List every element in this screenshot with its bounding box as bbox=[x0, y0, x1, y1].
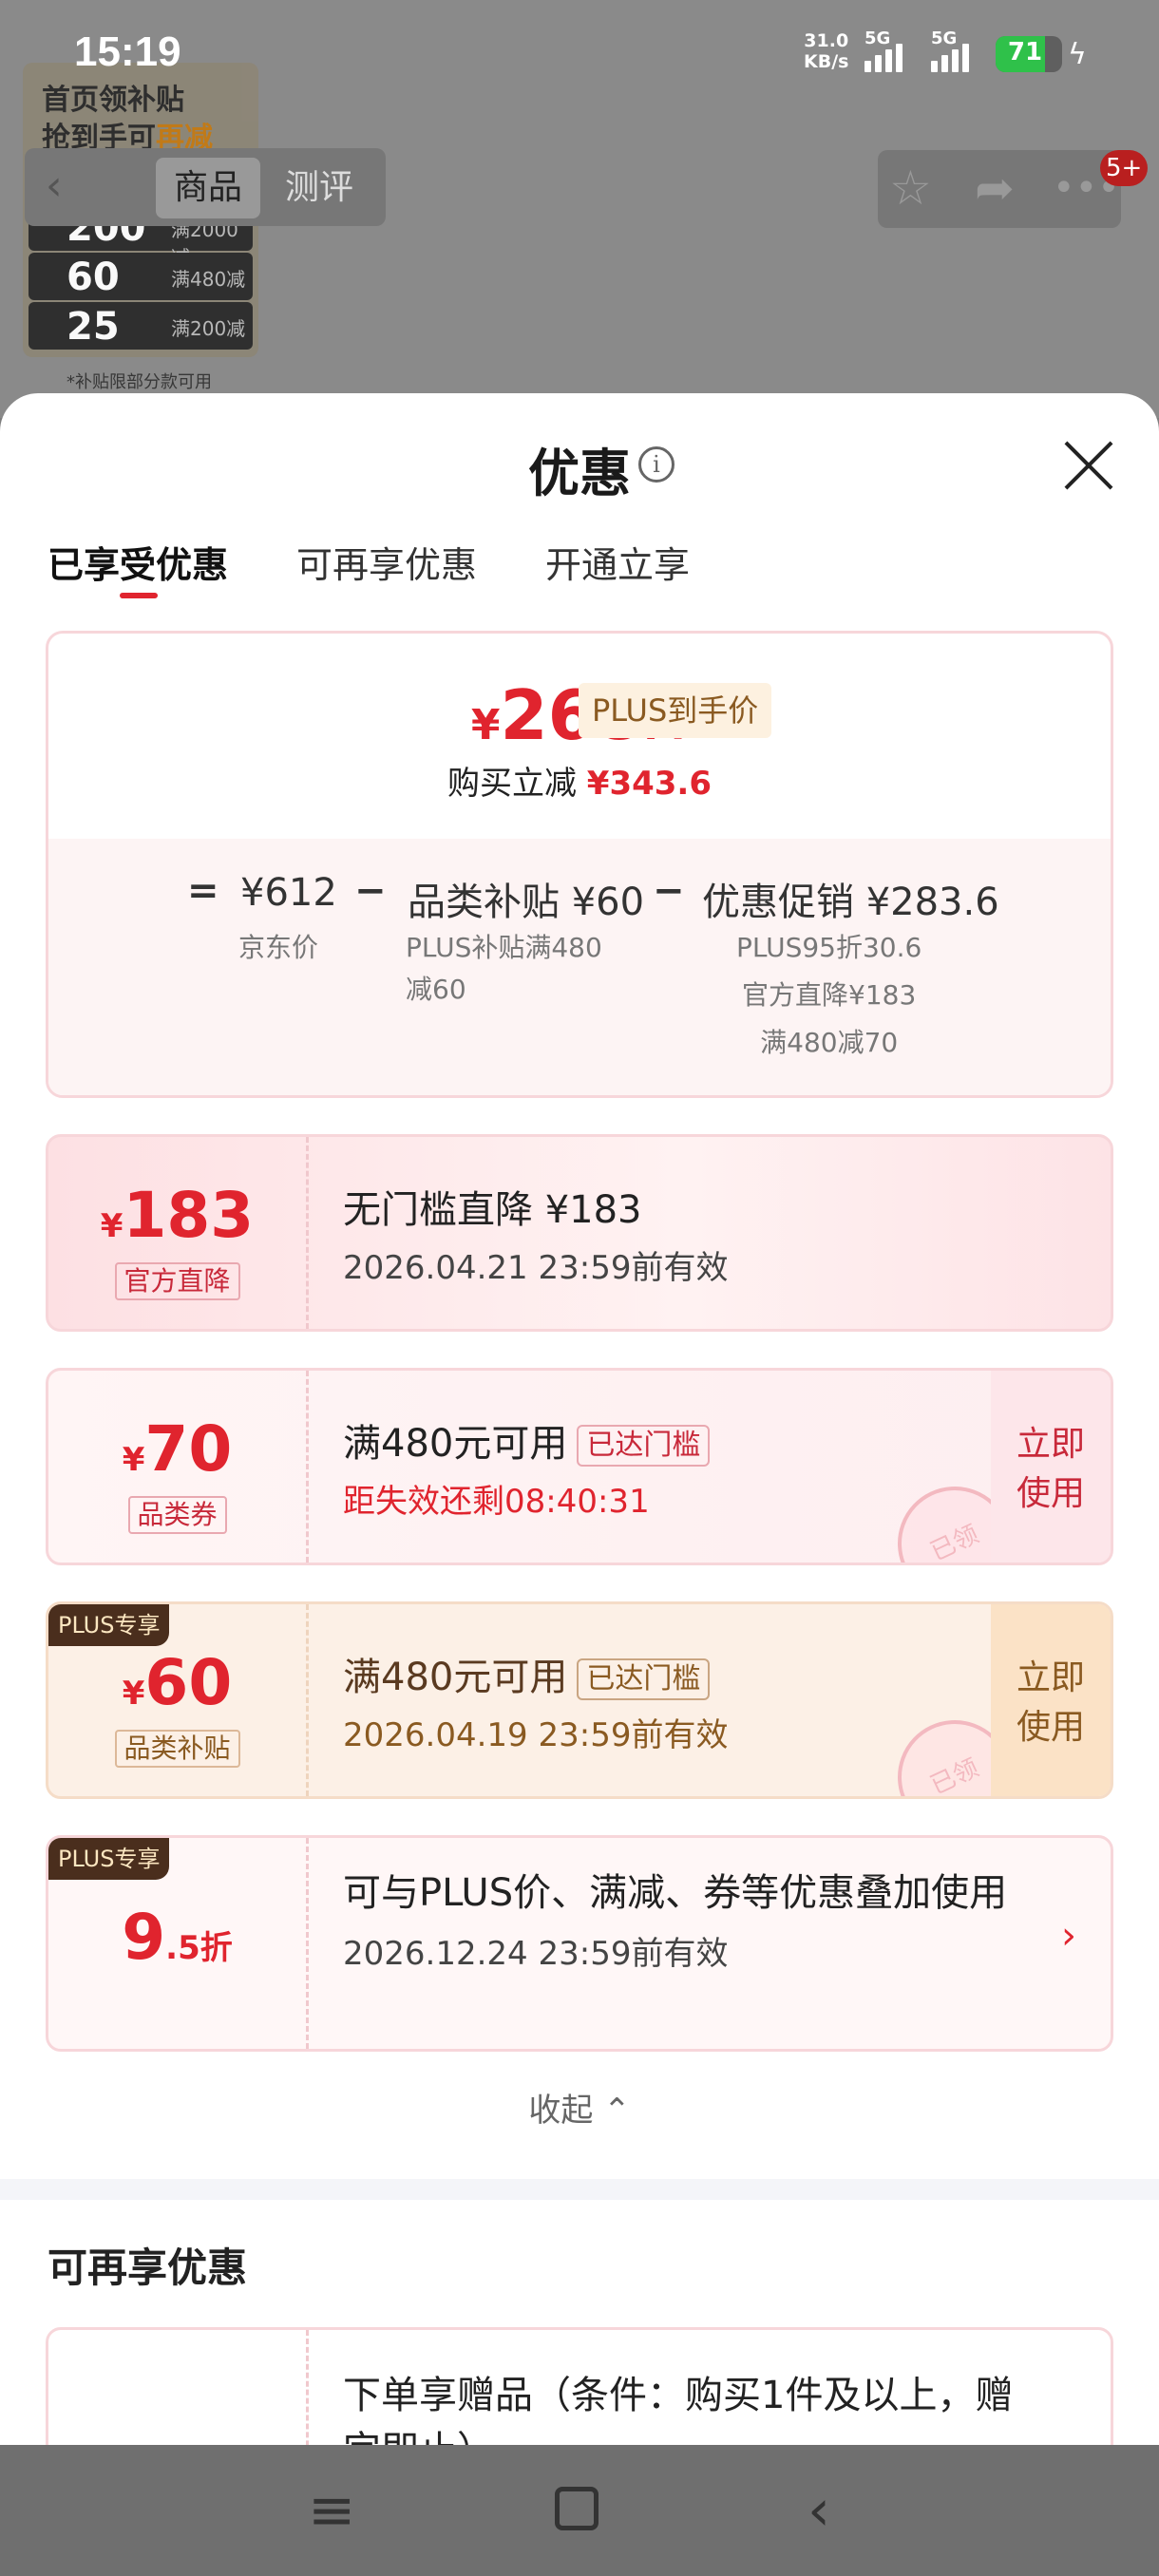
coupon-title: 可与PLUS价、满减、券等优惠叠加使用 bbox=[343, 1871, 1008, 1915]
plus-exclusive-badge: PLUS专享 bbox=[48, 1838, 170, 1880]
coupon-official-cut[interactable]: ¥183 官方直降 无门槛直降 ¥183 2026.04.21 23:59前有效 bbox=[46, 1134, 1113, 1332]
gift-offer[interactable]: 下单享赠品（条件：购买1件及以上，赠完即止） bbox=[46, 2327, 1113, 2445]
instant-saving: 购买立减 ¥343.6 bbox=[446, 765, 712, 803]
equals-sign: = bbox=[187, 869, 219, 913]
chevron-right-icon[interactable]: › bbox=[1061, 1914, 1076, 1958]
coupon-plus-95-off[interactable]: 9.5折 PLUS专享 可与PLUS价、满减、券等优惠叠加使用 2026.12.… bbox=[46, 1835, 1113, 2052]
menu-icon[interactable]: ≡ bbox=[308, 2477, 355, 2544]
back-nav-icon[interactable]: ‹ bbox=[808, 2477, 830, 2544]
share-icon[interactable]: ➦ bbox=[975, 160, 1015, 217]
tab-enjoyed[interactable]: 已享受优惠 bbox=[48, 536, 228, 598]
use-now-button[interactable]: 立即 使用 bbox=[991, 1604, 1111, 1796]
coupon-tag: 品类补贴 bbox=[114, 1730, 240, 1768]
price-summary: ¥268.4 PLUS到手价 购买立减 ¥343.6 = ¥612 京东价 − … bbox=[46, 631, 1113, 1098]
collapse-button[interactable]: 收起 ⌃ bbox=[0, 2084, 1159, 2131]
use-now-button[interactable]: 立即 使用 bbox=[991, 1371, 1111, 1563]
jd-price-label: 京东价 bbox=[238, 932, 319, 963]
home-icon[interactable] bbox=[555, 2487, 598, 2530]
close-icon[interactable] bbox=[1062, 439, 1115, 492]
threshold-met-flag: 已达门槛 bbox=[577, 1425, 711, 1467]
promo-row: 25 满200减 bbox=[28, 302, 253, 350]
gift-description: 下单享赠品（条件：购买1件及以上，赠完即止） bbox=[343, 2374, 1014, 2445]
message-badge: 5+ bbox=[1100, 150, 1149, 186]
status-time: 15:19 bbox=[74, 28, 181, 75]
promo-footnote: *补贴限部分款可用 bbox=[66, 372, 212, 392]
coupon-validity: 2026.04.21 23:59前有效 bbox=[343, 1249, 729, 1287]
tab-goods[interactable]: 商品 bbox=[156, 158, 260, 218]
coupon-title: 满480元可用 bbox=[343, 1422, 568, 1466]
category-subsidy: 品类补贴 ¥60 bbox=[408, 881, 645, 924]
sheet-title: 优惠 bbox=[528, 444, 631, 503]
promo-discount: 优惠促销 ¥283.6 bbox=[702, 881, 999, 924]
coupon-validity: 2026.04.19 23:59前有效 bbox=[343, 1716, 729, 1754]
bolt-icon: ϟ bbox=[1068, 38, 1087, 71]
favorite-star-icon[interactable]: ☆ bbox=[889, 160, 932, 217]
signal-icon: 5G bbox=[864, 28, 902, 72]
discount-tabs: 已享受优惠 可再享优惠 开通立享 bbox=[48, 536, 690, 598]
coupon-tag: 品类券 bbox=[127, 1496, 227, 1534]
battery-icon: 71 bbox=[996, 36, 1062, 72]
threshold-met-flag: 已达门槛 bbox=[577, 1658, 711, 1700]
signal-icon: 5G bbox=[931, 28, 969, 72]
system-nav-bar: ≡ ‹ bbox=[0, 2445, 1159, 2576]
minus-sign: − bbox=[653, 869, 685, 913]
plus-exclusive-badge: PLUS专享 bbox=[48, 1604, 170, 1646]
info-icon[interactable]: i bbox=[638, 446, 674, 483]
plus-price-tag: PLUS到手价 bbox=[579, 683, 772, 738]
jd-price: ¥612 bbox=[240, 871, 337, 915]
tab-review[interactable]: 测评 bbox=[285, 158, 353, 218]
coupon-validity: 2026.12.24 23:59前有效 bbox=[343, 1935, 729, 1973]
coupon-title: 满480元可用 bbox=[343, 1656, 568, 1699]
status-bar: 15:19 31.0 KB/s 5G 5G 71 ϟ bbox=[0, 0, 1159, 104]
coupon-category[interactable]: ¥70 品类券 满480元可用 已达门槛 距失效还剩08:40:31 已领 立即使… bbox=[46, 1368, 1113, 1565]
minus-sign: − bbox=[354, 869, 387, 913]
more-discounts-title: 可再享优惠 bbox=[48, 2245, 248, 2291]
coupon-title: 无门槛直降 ¥183 bbox=[343, 1188, 642, 1232]
network-speed: 31.0 KB/s bbox=[804, 30, 849, 72]
back-icon[interactable]: ‹ bbox=[46, 161, 63, 210]
tab-more-available[interactable]: 可再享优惠 bbox=[296, 536, 477, 588]
coupon-tag: 官方直降 bbox=[114, 1262, 240, 1300]
subsidy-detail: PLUS补贴满480 减60 bbox=[406, 932, 602, 1005]
promo-detail: PLUS95折30.6 官方直降¥183 满480减70 bbox=[736, 932, 922, 1058]
promo-row: 60 满480减 bbox=[28, 253, 253, 300]
coupon-plus-subsidy[interactable]: ¥60 品类补贴 PLUS专享 满480元可用 已达门槛 2026.04.19 2… bbox=[46, 1601, 1113, 1799]
section-divider bbox=[0, 2179, 1159, 2200]
tab-open-plus[interactable]: 开通立享 bbox=[545, 536, 690, 588]
discount-sheet: 优惠 i 已享受优惠 可再享优惠 开通立享 ¥268.4 PLUS到手价 购买立… bbox=[0, 393, 1159, 2445]
coupon-countdown: 距失效还剩08:40:31 bbox=[343, 1483, 650, 1521]
